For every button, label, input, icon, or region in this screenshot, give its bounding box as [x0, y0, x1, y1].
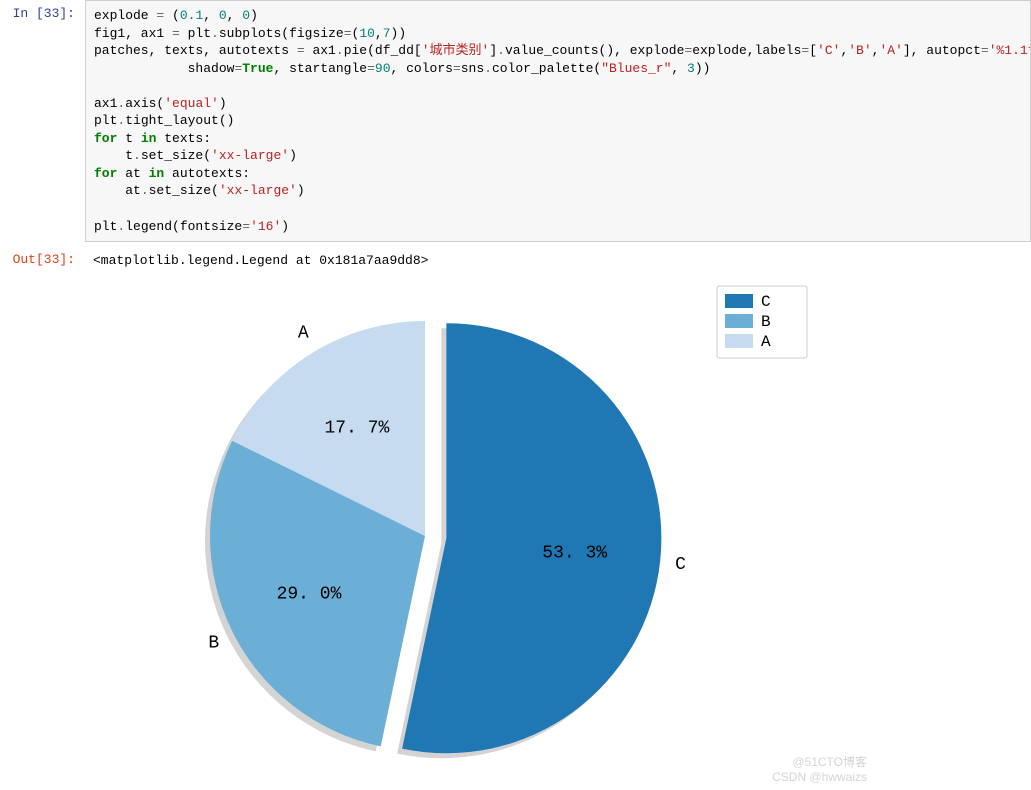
output-text: <matplotlib.legend.Legend at 0x181a7aa9d…	[85, 246, 1031, 276]
pct-label-b: 29. 0%	[277, 584, 342, 604]
watermark: @51CTO博客 CSDN @hwwaizs	[772, 753, 867, 784]
legend-item-a: A	[761, 333, 771, 351]
input-cell: In [33]: explode = (0.1, 0, 0) fig1, ax1…	[0, 0, 1031, 242]
pie-slice-c	[402, 323, 661, 753]
slice-label-c: C	[675, 555, 686, 575]
legend: C B A	[717, 286, 807, 358]
pie-svg: C B A 53. 3% 29. 0% 17. 7% C B A	[85, 276, 875, 786]
output-prompt: Out[33]:	[0, 246, 85, 276]
output-cell: Out[33]: <matplotlib.legend.Legend at 0x…	[0, 246, 1031, 276]
legend-item-c: C	[761, 293, 771, 311]
slice-label-b: B	[208, 633, 219, 653]
input-prompt: In [33]:	[0, 0, 85, 242]
pie-chart: C B A 53. 3% 29. 0% 17. 7% C B A @51CTO博…	[85, 276, 875, 786]
code-source[interactable]: explode = (0.1, 0, 0) fig1, ax1 = plt.su…	[85, 0, 1031, 242]
slice-label-a: A	[298, 323, 309, 343]
legend-item-b: B	[761, 313, 771, 331]
pct-label-a: 17. 7%	[325, 418, 390, 438]
pct-label-c: 53. 3%	[542, 543, 607, 563]
